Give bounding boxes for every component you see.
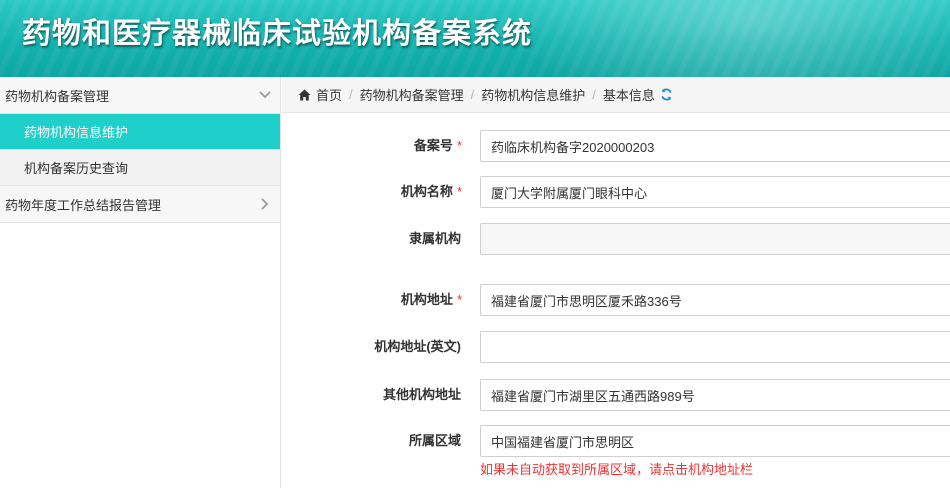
chevron-right-icon bbox=[258, 197, 272, 211]
institution-name-field[interactable] bbox=[480, 176, 950, 208]
form-row-parent-institution: 隶属机构 bbox=[282, 223, 950, 255]
breadcrumb-separator: / bbox=[349, 87, 353, 102]
region-hint-text: 如果未自动获取到所属区域，请点击机构地址栏 bbox=[480, 462, 754, 477]
basic-info-form: 备案号* 机构名称* 隶属机构 机构地址* 机构地址(英文) 其他机构地址 所属… bbox=[282, 113, 950, 488]
sidebar-group-label: 药物年度工作总结报告管理 bbox=[5, 197, 162, 213]
address-english-field[interactable] bbox=[480, 331, 950, 363]
institution-address-field[interactable] bbox=[480, 284, 950, 316]
breadcrumb-info-maintenance[interactable]: 药物机构信息维护 bbox=[481, 85, 585, 104]
region-field[interactable] bbox=[480, 425, 950, 457]
app-header: 药物和医疗器械临床试验机构备案系统 bbox=[0, 0, 950, 77]
sidebar-item-history-query[interactable]: 机构备案历史查询 bbox=[0, 150, 280, 186]
breadcrumb-separator: / bbox=[592, 87, 596, 102]
field-label-region: 所属区域 bbox=[408, 433, 461, 448]
form-row-institution-name: 机构名称 * bbox=[282, 176, 950, 208]
sidebar: 药物机构备案管理 药物机构信息维护 机构备案历史查询 药物年度工作总结报告管理 bbox=[0, 77, 281, 488]
breadcrumb-home[interactable]: 首页 bbox=[316, 85, 342, 104]
breadcrumb-separator: / bbox=[470, 87, 475, 102]
chevron-down-icon bbox=[258, 88, 272, 102]
sidebar-item-label: 机构备案历史查询 bbox=[24, 161, 129, 176]
sidebar-submenu: 药物机构信息维护 机构备案历史查询 bbox=[0, 114, 280, 186]
app-title: 药物和医疗器械临床试验机构备案系统 bbox=[22, 16, 533, 50]
field-label-address-english: 机构地址(英文) bbox=[374, 339, 461, 354]
refresh-icon[interactable] bbox=[660, 88, 673, 101]
other-address-field[interactable] bbox=[480, 379, 950, 411]
required-mark: * bbox=[456, 138, 462, 153]
breadcrumb-basic-info: 基本信息 bbox=[602, 88, 655, 103]
field-label-institution-address: 机构地址 * bbox=[400, 292, 462, 307]
field-label-other-address: 其他机构地址 bbox=[382, 387, 461, 402]
sidebar-group-annual-report[interactable]: 药物年度工作总结报告管理 bbox=[0, 186, 280, 223]
header-glow bbox=[490, 0, 950, 77]
field-label-parent-institution: 隶属机构 bbox=[408, 231, 461, 246]
sidebar-group-drug-registration[interactable]: 药物机构备案管理 bbox=[0, 77, 280, 114]
field-label-registration-number: 备案号 * bbox=[413, 138, 462, 153]
parent-institution-field[interactable] bbox=[480, 223, 950, 255]
required-mark: * bbox=[456, 292, 462, 307]
form-row-other-address: 其他机构地址 bbox=[282, 379, 950, 411]
breadcrumb-drug-registration[interactable]: 药物机构备案管理 bbox=[360, 85, 464, 104]
required-mark: * bbox=[456, 184, 462, 199]
sidebar-item-info-maintenance[interactable]: 药物机构信息维护 bbox=[0, 114, 280, 150]
form-row-region: 所属区域 bbox=[282, 425, 950, 457]
form-row-address-english: 机构地址(英文) bbox=[282, 331, 950, 363]
sidebar-group-label: 药物机构备案管理 bbox=[5, 88, 110, 104]
form-row-institution-address: 机构地址 * bbox=[282, 284, 950, 316]
registration-number-field[interactable] bbox=[480, 130, 950, 162]
sidebar-item-label: 药物机构信息维护 bbox=[24, 125, 129, 140]
form-row-registration-number: 备案号 * bbox=[282, 130, 950, 162]
home-icon bbox=[298, 89, 311, 101]
field-label-institution-name: 机构名称 * bbox=[400, 184, 462, 199]
breadcrumb: 首页 / 药物机构备案管理 / 药物机构信息维护 / 基本信息 bbox=[282, 77, 950, 113]
